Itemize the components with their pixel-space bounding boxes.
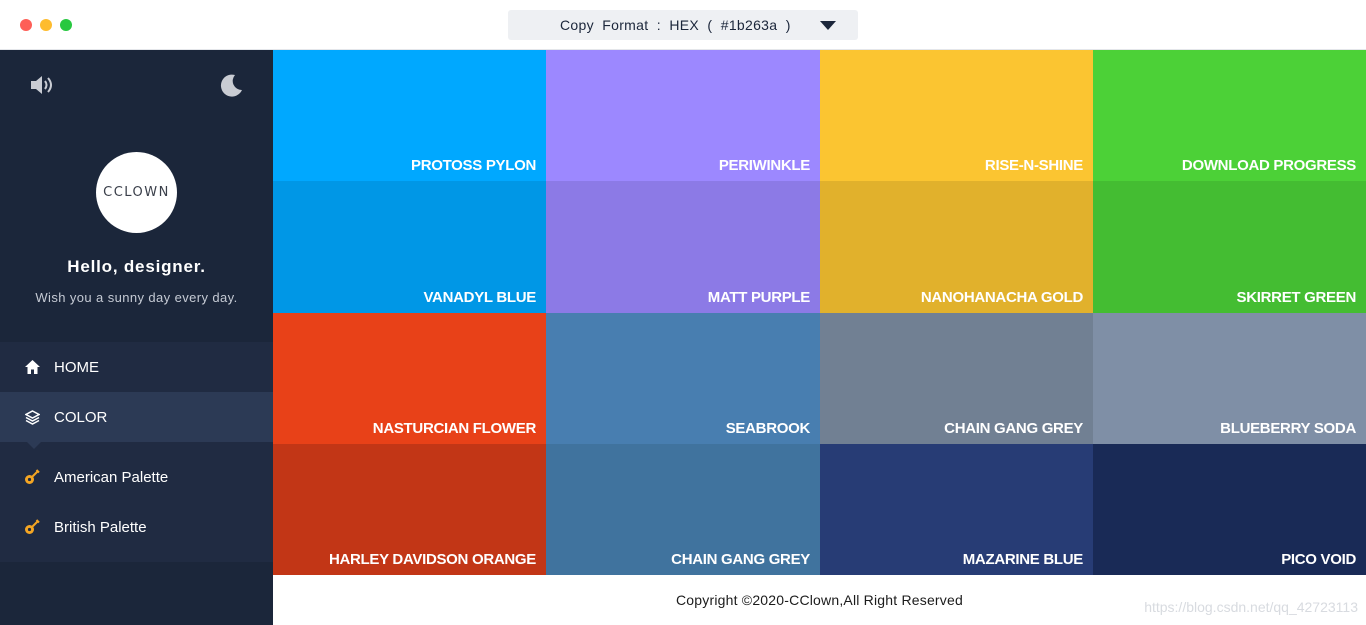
color-name: BLUEBERRY SODA (1220, 420, 1356, 437)
color-swatch[interactable]: RISE-N-SHINE (820, 50, 1093, 181)
color-name: PERIWINKLE (718, 157, 810, 174)
title-bar: Copy Format : HEX ( #1b263a ) (0, 0, 1366, 50)
color-name: NANOHANACHA GOLD (920, 289, 1083, 306)
color-name: MATT PURPLE (707, 289, 811, 306)
home-icon (24, 359, 40, 375)
color-swatch[interactable]: PERIWINKLE (546, 50, 820, 181)
guitar-icon (24, 519, 40, 535)
color-swatch[interactable]: PROTOSS PYLON (273, 50, 546, 181)
color-name: HARLEY DAVIDSON ORANGE (328, 551, 536, 568)
color-name: PROTOSS PYLON (410, 157, 536, 174)
color-swatch[interactable]: MAZARINE BLUE (820, 444, 1093, 575)
color-name: PICO VOID (1281, 551, 1356, 568)
color-swatch[interactable]: HARLEY DAVIDSON ORANGE (273, 444, 546, 575)
sidebar-item-american-palette[interactable]: American Palette (0, 452, 273, 502)
layers-icon (24, 409, 40, 425)
moon-icon[interactable] (218, 72, 244, 98)
sidebar-item-british-palette[interactable]: British Palette (0, 502, 273, 552)
copy-format-label: Copy Format : HEX ( #1b263a ) (560, 17, 791, 33)
color-swatch[interactable]: SEABROOK (546, 313, 820, 444)
color-swatch[interactable]: DOWNLOAD PROGRESS (1093, 50, 1366, 181)
color-name: CHAIN GANG GREY (671, 551, 810, 568)
color-name: NASTURCIAN FLOWER (372, 420, 537, 437)
color-name: CHAIN GANG GREY (944, 420, 1083, 437)
color-swatch[interactable]: PICO VOID (1093, 444, 1366, 575)
color-name: VANADYL BLUE (423, 289, 536, 306)
sidebar-item-label: British Palette (54, 518, 147, 536)
color-swatch[interactable]: VANADYL BLUE (273, 181, 546, 313)
color-name: MAZARINE BLUE (962, 551, 1084, 568)
color-name: RISE-N-SHINE (984, 157, 1083, 174)
sidebar-nav: HOME COLOR American Palette British Pale… (0, 342, 273, 562)
greeting-title: Hello, designer. (67, 257, 206, 276)
sidebar-item-label: COLOR (54, 408, 108, 426)
minimize-window-button[interactable] (40, 19, 52, 31)
color-name: SKIRRET GREEN (1236, 289, 1357, 306)
color-swatch[interactable]: SKIRRET GREEN (1093, 181, 1366, 313)
guitar-icon (24, 469, 40, 485)
palette-submenu: American Palette British Palette (0, 442, 273, 562)
sidebar-item-color[interactable]: COLOR (0, 392, 273, 449)
color-name: SEABROOK (725, 420, 811, 437)
color-swatch[interactable]: MATT PURPLE (546, 181, 820, 313)
sound-icon[interactable] (28, 72, 54, 98)
footer: Copyright ©2020-CClown,All Right Reserve… (273, 575, 1366, 625)
sidebar-item-label: American Palette (54, 468, 169, 486)
sidebar-top-icons (0, 50, 273, 120)
color-swatch[interactable]: NANOHANACHA GOLD (820, 181, 1093, 313)
avatar-logo-text: CCLOWN (103, 185, 170, 200)
sidebar: CCLOWN Hello, designer. Wish you a sunny… (0, 50, 273, 625)
maximize-window-button[interactable] (60, 19, 72, 31)
sidebar-item-label: HOME (54, 358, 99, 376)
greeting-subtitle: Wish you a sunny day every day. (35, 290, 238, 305)
copy-format-select[interactable]: Copy Format : HEX ( #1b263a ) (508, 10, 858, 40)
sidebar-item-home[interactable]: HOME (0, 342, 273, 392)
chevron-down-icon (820, 21, 836, 30)
color-swatch[interactable]: CHAIN GANG GREY (820, 313, 1093, 444)
color-swatch[interactable]: CHAIN GANG GREY (546, 444, 820, 575)
close-window-button[interactable] (20, 19, 32, 31)
color-name: DOWNLOAD PROGRESS (1181, 157, 1356, 174)
color-grid: PROTOSS PYLON PERIWINKLE RISE-N-SHINE DO… (273, 50, 1366, 575)
watermark-text: https://blog.csdn.net/qq_42723113 (1144, 599, 1358, 615)
color-swatch[interactable]: BLUEBERRY SODA (1093, 313, 1366, 444)
color-swatch[interactable]: NASTURCIAN FLOWER (273, 313, 546, 444)
avatar: CCLOWN (96, 152, 177, 233)
